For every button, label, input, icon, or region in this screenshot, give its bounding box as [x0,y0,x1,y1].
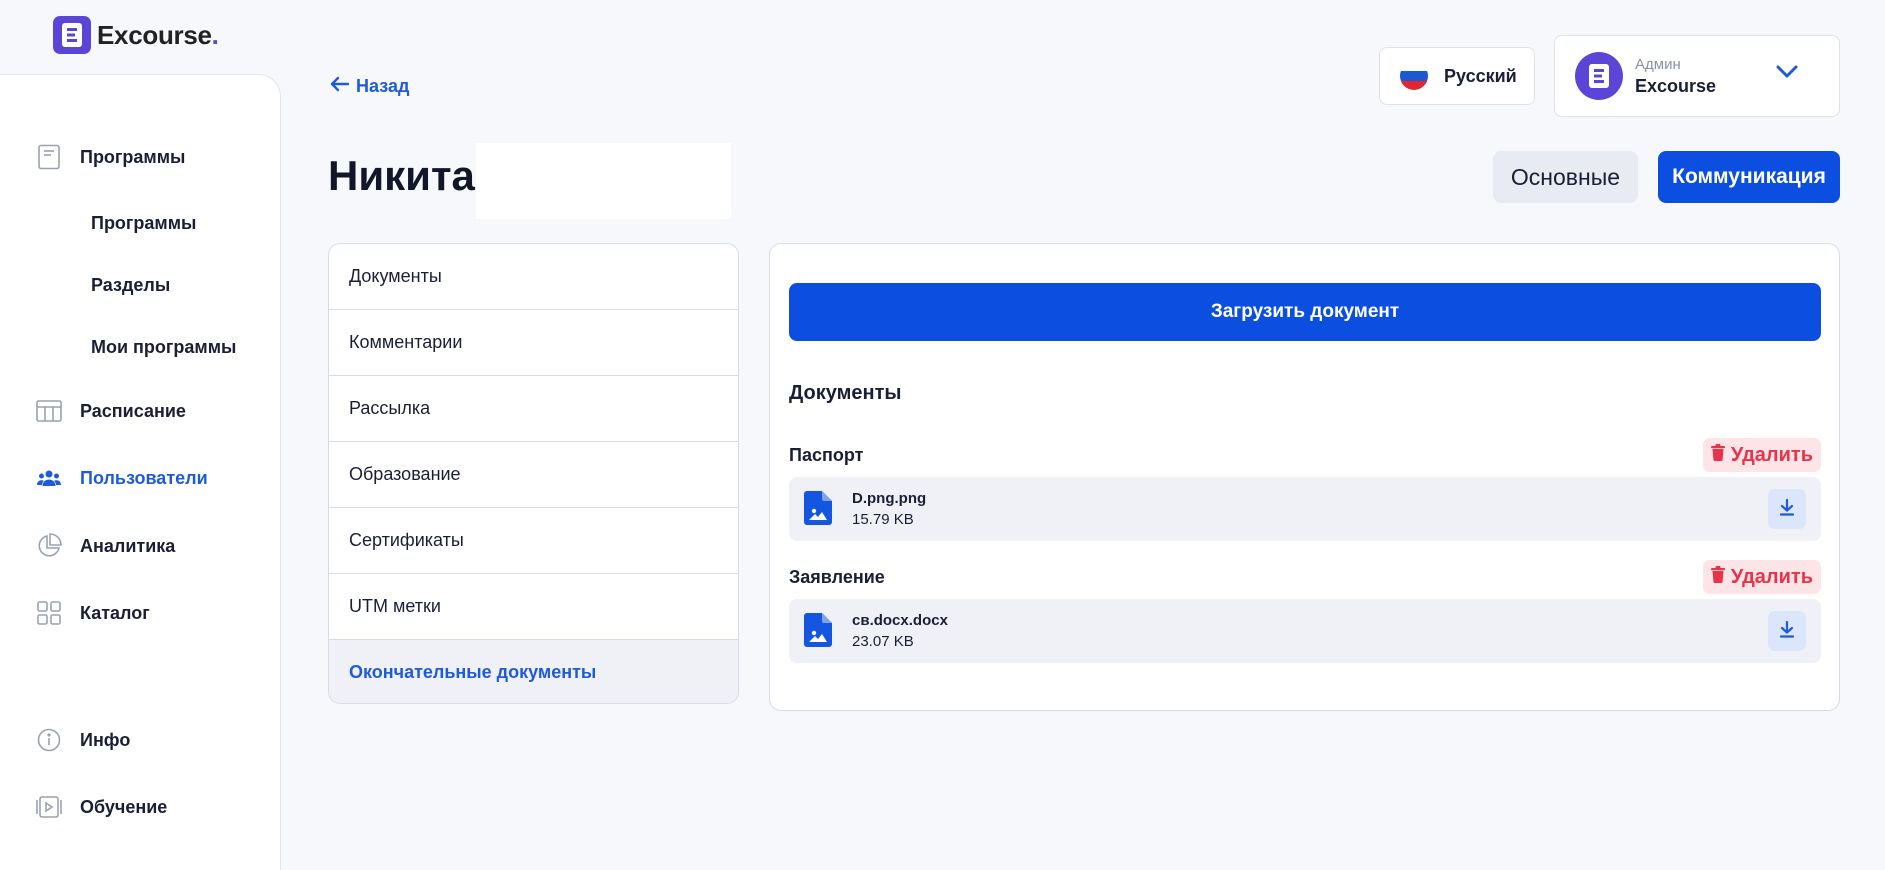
trash-icon [1710,565,1725,589]
user-menu[interactable]: Админ Excourse [1554,35,1840,117]
upload-document-button[interactable]: Загрузить документ [789,283,1821,341]
menu-item-documents[interactable]: Документы [329,244,738,310]
menu-item-utm[interactable]: UTM метки [329,574,738,640]
logo-icon [53,16,91,54]
file-row: D.png.png 15.79 KB [789,477,1821,541]
documents-heading: Документы [789,382,902,404]
trash-icon [1710,443,1725,467]
back-link[interactable]: Назад [330,76,409,97]
document-group-title: Заявление [789,567,885,587]
chevron-down-icon[interactable] [1775,64,1799,85]
download-icon [1779,498,1795,521]
book-icon [36,144,62,170]
file-row: св.docx.docx 23.07 KB [789,599,1821,663]
documents-panel: Загрузить документ Документы Паспорт Уда… [769,243,1840,711]
user-name: Excourse [1635,75,1717,96]
sidebar-item-learning[interactable]: Обучение [36,794,167,820]
logo-text: Excourse. [97,19,219,50]
sidebar-item-label: Каталог [80,602,150,623]
file-size: 23.07 KB [852,633,914,650]
image-file-icon [804,491,832,530]
sidebar-item-programs[interactable]: Программы [36,144,185,170]
delete-label: Удалить [1730,443,1813,466]
back-link-label: Назад [356,76,410,96]
file-name: D.png.png [852,490,927,507]
video-icon [36,794,62,820]
user-role: Админ [1635,55,1681,73]
grid-icon [36,600,62,626]
download-button[interactable] [1768,489,1806,529]
document-group-title: Паспорт [789,445,864,465]
calendar-grid-icon [36,398,62,424]
sidebar-item-label: Программы [80,146,186,167]
sidebar-item-label: Расписание [80,400,186,421]
file-size: 15.79 KB [852,511,914,528]
users-icon [36,465,62,491]
menu-item-mailing[interactable]: Рассылка [329,376,738,442]
pie-chart-icon [36,533,62,559]
sidebar-item-label: Пользователи [80,467,208,488]
russia-flag-icon [1400,62,1428,90]
sidebar-item-catalog[interactable]: Каталог [36,600,150,626]
delete-label: Удалить [1730,565,1813,588]
redacted-surname [476,143,731,219]
sidebar-item-label: Инфо [80,729,131,750]
delete-button[interactable]: Удалить [1702,438,1821,472]
sidebar-item-label: Обучение [80,796,168,817]
language-selector[interactable]: Русский [1379,47,1535,105]
menu-item-comments[interactable]: Комментарии [329,310,738,376]
sidebar-subitem-programs[interactable]: Программы [91,213,196,234]
sidebar-item-schedule[interactable]: Расписание [36,398,186,424]
sidebar: Программы Программы Разделы Мои программ… [0,74,281,870]
sidebar-subitem-sections[interactable]: Разделы [91,275,170,296]
file-name: св.docx.docx [852,612,948,629]
sidebar-item-label: Аналитика [80,535,176,556]
download-icon [1779,620,1795,643]
app-logo[interactable]: Excourse. [53,16,219,54]
delete-button[interactable]: Удалить [1702,560,1821,594]
tab-main[interactable]: Основные [1493,151,1638,203]
sidebar-subitem-my-programs[interactable]: Мои программы [91,337,236,358]
menu-item-final-documents[interactable]: Окончательные документы [329,640,738,703]
menu-item-education[interactable]: Образование [329,442,738,508]
communication-menu: Документы Комментарии Рассылка Образован… [328,243,739,704]
language-label: Русский [1444,65,1517,86]
sidebar-item-analytics[interactable]: Аналитика [36,533,175,559]
tab-communication[interactable]: Коммуникация [1658,151,1840,203]
page-title: Никита [328,152,475,199]
menu-item-certificates[interactable]: Сертификаты [329,508,738,574]
arrow-left-icon [330,76,350,97]
image-file-icon [804,613,832,652]
info-icon [36,727,62,753]
sidebar-item-users[interactable]: Пользователи [36,465,208,491]
download-button[interactable] [1768,611,1806,651]
avatar [1575,52,1623,100]
sidebar-item-info[interactable]: Инфо [36,727,130,753]
